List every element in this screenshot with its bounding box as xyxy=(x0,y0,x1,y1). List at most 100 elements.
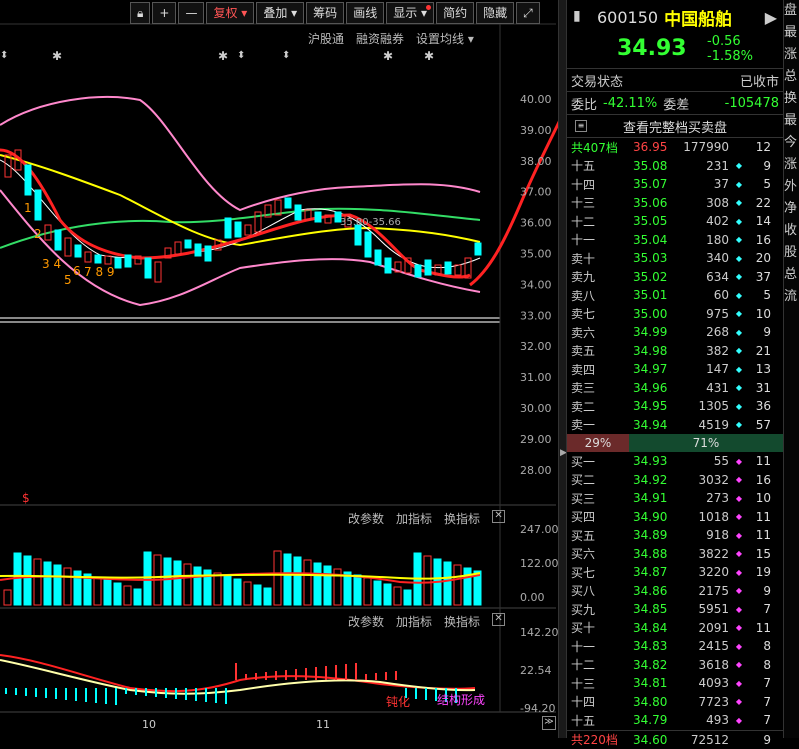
ask-row[interactable]: 卖一34.944519◆57 xyxy=(567,416,783,435)
bid-row[interactable]: 买二34.923032◆16 xyxy=(567,471,783,490)
axis-tick: 0.00 xyxy=(520,591,545,604)
switch-indicator-button[interactable]: 换指标 xyxy=(444,613,480,630)
bid-row[interactable]: 十五34.79493◆7 xyxy=(567,711,783,730)
side-tab[interactable]: 收 xyxy=(784,220,799,242)
bid-row[interactable]: 买十34.842091◆11 xyxy=(567,619,783,638)
arrow-right-icon[interactable]: ▶ xyxy=(765,8,777,27)
kline-chart-area[interactable]: ⬍ ✱ ✱ ⬍ ⬍ ✱ ✱ 1 2 3 4 6 5 7 8 9 35.80-35… xyxy=(0,0,560,738)
price-row: 34.93 -0.56 -1.58% xyxy=(567,34,783,68)
lock-button[interactable]: 🔒︎ xyxy=(130,2,150,24)
sell-total-vol: 177990 xyxy=(679,140,729,154)
bid-row[interactable]: 买三34.91273◆10 xyxy=(567,489,783,508)
change-params-button[interactable]: 改参数 xyxy=(348,613,384,630)
ask-row[interactable]: 卖二34.951305◆36 xyxy=(567,397,783,416)
ask-row[interactable]: 十三35.06308◆22 xyxy=(567,194,783,213)
chip-button[interactable]: 筹码 xyxy=(306,2,344,24)
ask-row[interactable]: 十四35.0737◆5 xyxy=(567,175,783,194)
ask-row[interactable]: 卖八35.0160◆5 xyxy=(567,286,783,305)
arrow-icon: ◆ xyxy=(729,365,749,374)
full-book-link[interactable]: 查看完整档买卖盘 xyxy=(623,117,727,136)
display-button[interactable]: 显示 ▾ xyxy=(386,2,434,24)
zoom-in-button[interactable]: + xyxy=(152,2,176,24)
bid-row[interactable]: 买一34.9355◆11 xyxy=(567,452,783,471)
ask-row[interactable]: 卖十35.03340◆20 xyxy=(567,249,783,268)
sell-total-price: 36.95 xyxy=(633,140,679,154)
bid-row[interactable]: 买七34.873220◆19 xyxy=(567,563,783,582)
bid-row[interactable]: 买九34.855951◆7 xyxy=(567,600,783,619)
side-tab[interactable]: 外 xyxy=(784,176,799,198)
bid-row[interactable]: 买五34.89918◆11 xyxy=(567,526,783,545)
volume: 4519 xyxy=(679,418,729,432)
side-tab[interactable]: 最 xyxy=(784,110,799,132)
volume-bar xyxy=(464,568,471,605)
star-icon: ✱ xyxy=(383,49,393,63)
volume-bar xyxy=(64,568,71,605)
ask-row[interactable]: 卖四34.97147◆13 xyxy=(567,360,783,379)
expand-button[interactable]: ⤢ xyxy=(516,2,540,24)
dollar-icon: $ xyxy=(22,491,30,505)
side-tab[interactable]: 换 xyxy=(784,88,799,110)
side-tab[interactable]: 盘 xyxy=(784,0,799,22)
side-tab[interactable]: 最 xyxy=(784,22,799,44)
overlay-button[interactable]: 叠加 ▾ xyxy=(256,2,304,24)
close-icon[interactable]: ✕ xyxy=(492,510,505,523)
side-tab[interactable]: 净 xyxy=(784,198,799,220)
notification-dot xyxy=(426,5,431,10)
ask-row[interactable]: 十二35.05402◆14 xyxy=(567,212,783,231)
draw-line-button[interactable]: 画线 xyxy=(346,2,384,24)
count: 7 xyxy=(749,713,771,727)
bid-row[interactable]: 买六34.883822◆15 xyxy=(567,545,783,564)
buy-total-count: 9 xyxy=(749,733,771,747)
side-tab[interactable]: 总 xyxy=(784,264,799,286)
simple-button[interactable]: 简约 xyxy=(436,2,474,24)
candle xyxy=(355,225,361,245)
side-tab[interactable]: 今 xyxy=(784,132,799,154)
ask-row[interactable]: 卖三34.96431◆31 xyxy=(567,379,783,398)
count: 10 xyxy=(749,307,771,321)
count: 5 xyxy=(749,288,771,302)
hgt-link[interactable]: 沪股通 xyxy=(308,30,344,47)
switch-indicator-button[interactable]: 换指标 xyxy=(444,510,480,527)
ask-row[interactable]: 十五35.08231◆9 xyxy=(567,157,783,176)
zoom-out-button[interactable]: — xyxy=(178,2,204,24)
ask-row[interactable]: 卖六34.99268◆9 xyxy=(567,323,783,342)
side-tab[interactable]: 流 xyxy=(784,286,799,308)
ask-row[interactable]: 卖七35.00975◆10 xyxy=(567,305,783,324)
side-tab[interactable]: 总 xyxy=(784,66,799,88)
price-change: -0.56 -1.58% xyxy=(707,34,753,64)
full-book-row[interactable]: ≡ 查看完整档买卖盘 xyxy=(567,114,783,137)
side-tab[interactable]: 涨 xyxy=(784,154,799,176)
bid-row[interactable]: 十二34.823618◆8 xyxy=(567,656,783,675)
volume: 55 xyxy=(679,454,729,468)
bid-row[interactable]: 十四34.807723◆7 xyxy=(567,693,783,712)
count: 7 xyxy=(749,676,771,690)
ask-row[interactable]: 卖五34.98382◆21 xyxy=(567,342,783,361)
volume-bar xyxy=(144,552,151,605)
add-indicator-button[interactable]: 加指标 xyxy=(396,510,432,527)
change-params-button[interactable]: 改参数 xyxy=(348,510,384,527)
volume: 493 xyxy=(679,713,729,727)
price: 34.80 xyxy=(633,695,679,709)
hide-button[interactable]: 隐藏 xyxy=(476,2,514,24)
side-tab[interactable]: 股 xyxy=(784,242,799,264)
rzrq-link[interactable]: 融资融券 xyxy=(356,30,404,47)
volume: 382 xyxy=(679,344,729,358)
fuquan-button[interactable]: 复权 ▾ xyxy=(206,2,254,24)
count: 13 xyxy=(749,362,771,376)
side-tab[interactable]: 涨 xyxy=(784,44,799,66)
add-indicator-button[interactable]: 加指标 xyxy=(396,613,432,630)
set-ma-link[interactable]: 设置均线 ▾ xyxy=(416,30,474,47)
arrow-left-icon[interactable]: ▮ xyxy=(573,8,581,24)
bid-row[interactable]: 买八34.862175◆9 xyxy=(567,582,783,601)
ask-row[interactable]: 卖九35.02634◆37 xyxy=(567,268,783,287)
close-icon[interactable]: ✕ xyxy=(492,613,505,626)
bid-row[interactable]: 十一34.832415◆8 xyxy=(567,637,783,656)
indicator-bar-2: 改参数 加指标 换指标 ✕ xyxy=(348,613,505,630)
bid-row[interactable]: 十三34.814093◆7 xyxy=(567,674,783,693)
price: 34.83 xyxy=(633,639,679,653)
volume-bar xyxy=(404,590,411,605)
scroll-right-icon[interactable]: ≫ xyxy=(542,716,556,730)
ask-row[interactable]: 十一35.04180◆16 xyxy=(567,231,783,250)
axis-tick: 32.00 xyxy=(520,340,552,353)
bid-row[interactable]: 买四34.901018◆11 xyxy=(567,508,783,527)
